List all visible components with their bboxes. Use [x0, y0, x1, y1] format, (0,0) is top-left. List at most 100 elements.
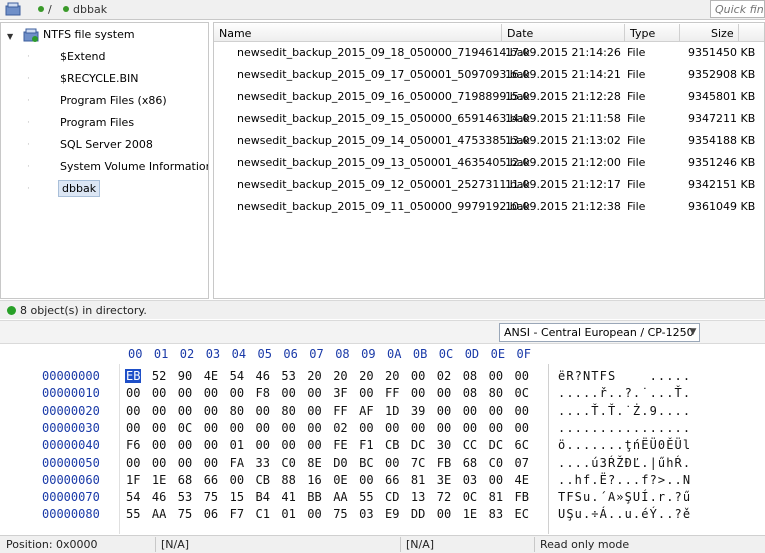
- hex-byte[interactable]: 90: [178, 369, 192, 383]
- tree-item[interactable]: $RECYCLE.BIN: [39, 70, 207, 90]
- hex-byte[interactable]: 00: [178, 456, 192, 470]
- hex-byte[interactable]: AA: [152, 507, 166, 521]
- breadcrumb-root[interactable]: /: [48, 3, 52, 16]
- hex-byte[interactable]: 00: [437, 507, 451, 521]
- hex-byte[interactable]: DC: [489, 438, 503, 452]
- paste-special-icon[interactable]: [120, 324, 140, 342]
- hex-byte[interactable]: 20: [333, 369, 347, 383]
- hex-byte[interactable]: 00: [256, 404, 270, 418]
- hex-byte[interactable]: 02: [437, 369, 451, 383]
- hex-byte[interactable]: 54: [230, 369, 244, 383]
- hex-byte[interactable]: FB: [437, 456, 451, 470]
- file-row[interactable]: newsedit_backup_2015_09_18_050000_719461…: [214, 43, 764, 65]
- hex-byte[interactable]: DC: [411, 438, 425, 452]
- hex-byte[interactable]: C1: [256, 507, 270, 521]
- goto-icon[interactable]: [240, 324, 260, 342]
- hex-byte[interactable]: 46: [256, 369, 270, 383]
- hex-byte[interactable]: 41: [281, 490, 295, 504]
- hex-byte[interactable]: 4E: [515, 473, 529, 487]
- hex-byte[interactable]: 00: [152, 404, 166, 418]
- hex-byte[interactable]: 00: [307, 438, 321, 452]
- hex-row[interactable]: 00 00 00 00 00 F8 00 00 3F 00 FF 00 00 08 80 0C: [121, 386, 549, 403]
- file-row[interactable]: newsedit_backup_2015_09_14_050001_475338…: [214, 131, 764, 153]
- hex-byte[interactable]: 00: [489, 404, 503, 418]
- hex-byte[interactable]: 00: [152, 456, 166, 470]
- hex-byte[interactable]: 55: [359, 490, 373, 504]
- hex-text-row[interactable]: ................: [558, 421, 691, 435]
- hex-byte[interactable]: 07: [515, 456, 529, 470]
- file-row[interactable]: newsedit_backup_2015_09_12_050001_252731…: [214, 175, 764, 197]
- hex-byte[interactable]: 72: [437, 490, 451, 504]
- collapse-icon[interactable]: ▼: [7, 32, 13, 41]
- hex-byte[interactable]: 00: [281, 438, 295, 452]
- tree-item[interactable]: Program Files (x86): [39, 92, 207, 112]
- hex-text-row[interactable]: ....ú3ŔŽĐĽ.|űhŔ.: [558, 456, 691, 470]
- hex-byte[interactable]: 00: [463, 404, 477, 418]
- hex-byte[interactable]: 03: [463, 473, 477, 487]
- save-icon[interactable]: [8, 324, 28, 342]
- hex-byte[interactable]: 66: [385, 473, 399, 487]
- hex-byte[interactable]: 55: [126, 507, 140, 521]
- hex-byte[interactable]: 20: [307, 369, 321, 383]
- hex-byte[interactable]: F8: [256, 386, 270, 400]
- hex-byte[interactable]: 08: [463, 369, 477, 383]
- tree-item[interactable]: SQL Server 2008: [39, 136, 207, 156]
- hex-byte[interactable]: 81: [489, 490, 503, 504]
- bookmark-next-icon[interactable]: [298, 324, 318, 342]
- forward-icon[interactable]: [210, 324, 230, 342]
- hex-byte[interactable]: 6C: [515, 438, 529, 452]
- hex-byte[interactable]: 00: [152, 386, 166, 400]
- hex-byte[interactable]: 00: [178, 386, 192, 400]
- hex-byte[interactable]: FE: [333, 438, 347, 452]
- hex-byte[interactable]: BB: [307, 490, 321, 504]
- hex-byte[interactable]: 52: [152, 369, 166, 383]
- hex-byte[interactable]: F1: [359, 438, 373, 452]
- hex-byte[interactable]: 54: [126, 490, 140, 504]
- hex-byte[interactable]: 00: [178, 438, 192, 452]
- hex-row[interactable]: 54 46 53 75 15 B4 41 BB AA 55 CD 13 72 0C 81 FB: [121, 490, 549, 507]
- hex-row[interactable]: 55 AA 75 06 F7 C1 01 00 75 03 E9 DD 00 1E 83 EC: [121, 507, 549, 524]
- hex-byte[interactable]: 83: [489, 507, 503, 521]
- hex-byte[interactable]: 00: [178, 404, 192, 418]
- hex-byte[interactable]: 00: [359, 421, 373, 435]
- hex-byte[interactable]: 00: [411, 421, 425, 435]
- hex-byte[interactable]: E9: [385, 507, 399, 521]
- edit-disabled-icon[interactable]: [470, 324, 490, 342]
- hex-byte-view[interactable]: EB 52 90 4E 54 46 53 20 20 20 20 00 02 08 00 00 00 00 00 00…: [121, 364, 549, 534]
- compare-next-icon[interactable]: [414, 324, 434, 342]
- hex-byte[interactable]: 75: [178, 507, 192, 521]
- hex-byte[interactable]: 80: [230, 404, 244, 418]
- hex-byte[interactable]: B4: [256, 490, 270, 504]
- hex-byte[interactable]: 00: [385, 421, 399, 435]
- hex-byte[interactable]: 03: [359, 507, 373, 521]
- hex-byte[interactable]: FA: [230, 456, 244, 470]
- hex-byte[interactable]: C0: [281, 456, 295, 470]
- hex-byte[interactable]: 1E: [152, 473, 166, 487]
- hex-byte[interactable]: 00: [204, 438, 218, 452]
- hex-byte[interactable]: 39: [411, 404, 425, 418]
- compare-icon[interactable]: [384, 324, 404, 342]
- file-row[interactable]: newsedit_backup_2015_09_17_050001_509709…: [214, 65, 764, 87]
- hex-byte[interactable]: AA: [333, 490, 347, 504]
- hex-byte[interactable]: 00: [307, 507, 321, 521]
- hex-byte[interactable]: 02: [333, 421, 347, 435]
- hex-byte[interactable]: 20: [385, 369, 399, 383]
- hex-text-row[interactable]: ëR?NTFS .....: [558, 369, 691, 383]
- bookmark-prev-icon[interactable]: [268, 324, 288, 342]
- hex-byte[interactable]: DD: [411, 507, 425, 521]
- hex-byte[interactable]: 1D: [385, 404, 399, 418]
- tree-expander[interactable]: ·: [27, 118, 30, 128]
- tree-item[interactable]: System Volume Information: [39, 158, 208, 178]
- hex-byte[interactable]: 00: [230, 473, 244, 487]
- hex-byte[interactable]: 00: [230, 386, 244, 400]
- tree-item[interactable]: dbbak: [39, 180, 207, 200]
- hex-byte[interactable]: 00: [359, 473, 373, 487]
- hex-byte[interactable]: 00: [204, 421, 218, 435]
- hex-byte[interactable]: F7: [230, 507, 244, 521]
- column-name-header[interactable]: Name: [219, 27, 251, 40]
- tree-item[interactable]: $Extend: [39, 48, 207, 68]
- hex-byte[interactable]: 00: [204, 386, 218, 400]
- hex-byte[interactable]: 00: [515, 421, 529, 435]
- encoding-select[interactable]: ANSI - Central European / CP-1250 ▼: [499, 323, 700, 342]
- hex-byte[interactable]: 16: [307, 473, 321, 487]
